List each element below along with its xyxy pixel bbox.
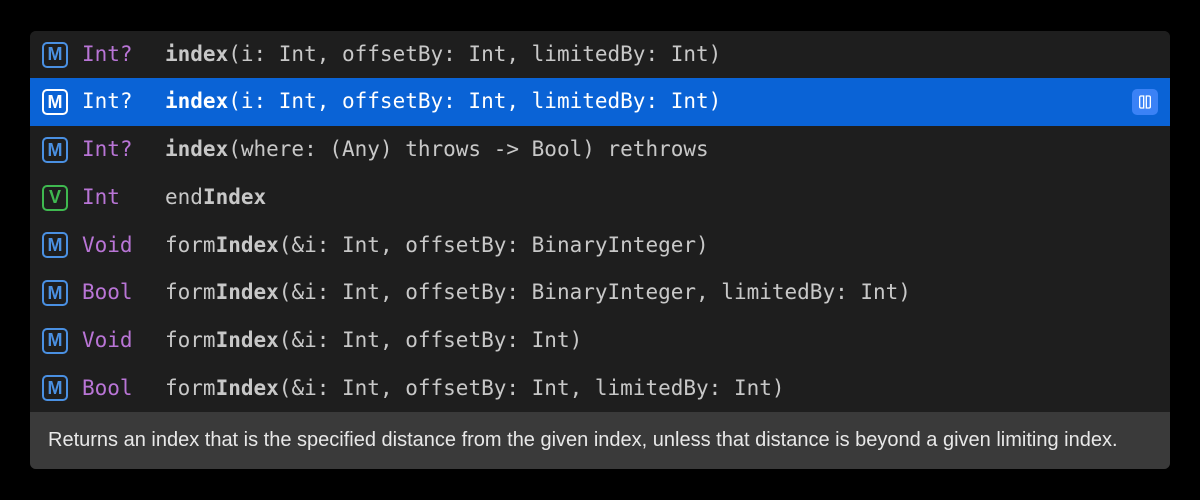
method-badge-icon: M: [42, 137, 68, 163]
return-type: Void: [82, 228, 157, 264]
signature: formIndex(&i: Int, offsetBy: Int): [165, 323, 582, 359]
suggestions-list: MInt?index(i: Int, offsetBy: Int, limite…: [30, 31, 1170, 413]
suggestion-row[interactable]: M BoolformIndex(&i: Int, offsetBy: Int, l…: [30, 365, 1170, 413]
documentation-summary: Returns an index that is the specified d…: [30, 412, 1170, 469]
method-badge-icon: M: [42, 375, 68, 401]
signature: formIndex(&i: Int, offsetBy: Int, limite…: [165, 371, 785, 407]
code-completion-popup: MInt?index(i: Int, offsetBy: Int, limite…: [30, 31, 1170, 470]
signature: index(i: Int, offsetBy: Int, limitedBy: …: [165, 84, 721, 120]
documentation-icon[interactable]: [1132, 89, 1158, 115]
signature: endIndex: [165, 180, 266, 216]
method-badge-icon: M: [42, 280, 68, 306]
signature: formIndex(&i: Int, offsetBy: BinaryInteg…: [165, 228, 709, 264]
return-type: Int?: [82, 37, 157, 73]
signature: formIndex(&i: Int, offsetBy: BinaryInteg…: [165, 275, 911, 311]
return-type: Bool: [82, 371, 157, 407]
signature: index(i: Int, offsetBy: Int, limitedBy: …: [165, 37, 721, 73]
suggestion-row[interactable]: M Int?index(i: Int, offsetBy: Int, limite…: [30, 31, 1170, 79]
suggestion-row[interactable]: M Int?index(where: (Any) throws -> Bool) …: [30, 126, 1170, 174]
suggestion-row[interactable]: M VoidformIndex(&i: Int, offsetBy: Binary…: [30, 222, 1170, 270]
return-type: Int: [82, 180, 157, 216]
method-badge-icon: M: [42, 42, 68, 68]
return-type: Int?: [82, 84, 157, 120]
suggestion-row[interactable]: M VoidformIndex(&i: Int, offsetBy: Int): [30, 317, 1170, 365]
method-badge-icon: M: [42, 89, 68, 115]
method-badge-icon: M: [42, 232, 68, 258]
method-badge-icon: M: [42, 328, 68, 354]
suggestion-row[interactable]: M BoolformIndex(&i: Int, offsetBy: Binary…: [30, 269, 1170, 317]
variable-badge-icon: V: [42, 185, 68, 211]
suggestion-row[interactable]: M Int?index(i: Int, offsetBy: Int, limite…: [30, 78, 1170, 126]
return-type: Void: [82, 323, 157, 359]
signature: index(where: (Any) throws -> Bool) rethr…: [165, 132, 709, 168]
suggestion-row[interactable]: V IntendIndex: [30, 174, 1170, 222]
return-type: Bool: [82, 275, 157, 311]
return-type: Int?: [82, 132, 157, 168]
